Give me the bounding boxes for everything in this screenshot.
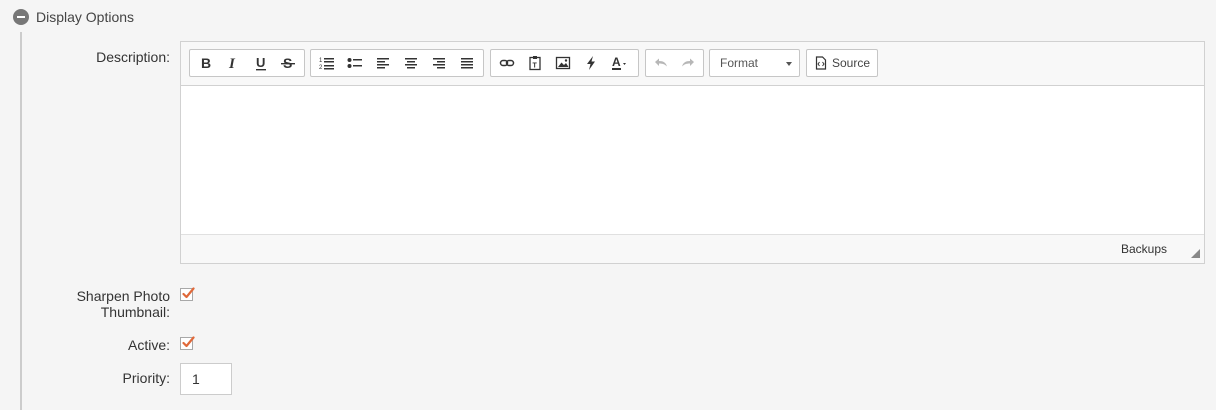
align-left-icon <box>377 58 389 69</box>
checkmark-icon <box>182 287 195 299</box>
svg-text:1: 1 <box>319 58 323 64</box>
priority-label: Priority: <box>122 370 170 386</box>
source-button-label: Source <box>832 56 871 70</box>
paragraph-group: 12 <box>310 49 484 77</box>
align-center-icon <box>405 58 417 69</box>
svg-text:T: T <box>533 63 538 70</box>
svg-text:B: B <box>201 55 211 71</box>
align-right-icon <box>433 58 445 69</box>
strikethrough-icon: S <box>281 55 296 71</box>
active-label: Active: <box>127 337 170 353</box>
section-header[interactable]: Display Options <box>13 7 134 27</box>
align-center-button[interactable] <box>397 51 425 75</box>
undo-icon <box>655 58 668 67</box>
editor-footer: Backups <box>181 234 1204 263</box>
paste-text-button[interactable]: T <box>521 51 549 75</box>
numbered-list-button[interactable]: 12 <box>313 51 341 75</box>
source-button[interactable]: Source <box>806 49 878 77</box>
history-group <box>645 49 704 77</box>
redo-icon <box>681 58 694 67</box>
image-icon <box>555 56 571 70</box>
svg-text:A: A <box>612 55 621 69</box>
italic-button[interactable]: I <box>220 51 248 75</box>
strikethrough-button[interactable]: S <box>275 51 303 75</box>
svg-text:I: I <box>228 56 236 71</box>
lightning-button[interactable] <box>577 51 605 75</box>
resize-grip-icon[interactable] <box>1191 249 1200 258</box>
rich-text-editor: B I U S 12 <box>180 41 1205 264</box>
chevron-down-icon <box>786 62 792 66</box>
underline-icon: U <box>255 55 266 71</box>
sharpen-label-line1: Sharpen Photo <box>76 288 170 304</box>
align-left-button[interactable] <box>369 51 397 75</box>
redo-button[interactable] <box>675 51 702 75</box>
source-document-icon <box>815 56 827 70</box>
format-dropdown-label: Format <box>720 56 759 70</box>
undo-button[interactable] <box>648 51 675 75</box>
basic-styles-group: B I U S <box>189 49 305 77</box>
insert-group: T A <box>490 49 639 77</box>
checkmark-icon <box>182 336 195 348</box>
format-dropdown[interactable]: Format <box>709 49 800 77</box>
svg-text:U: U <box>256 55 265 70</box>
sharpen-photo-thumbnail-label: Sharpen Photo Thumbnail: <box>77 288 170 320</box>
bulleted-list-icon <box>347 58 362 68</box>
paste-text-icon: T <box>529 56 541 71</box>
editor-content-area[interactable] <box>181 86 1204 236</box>
align-right-button[interactable] <box>425 51 453 75</box>
priority-input[interactable] <box>180 363 232 395</box>
underline-button[interactable]: U <box>247 51 275 75</box>
backups-link[interactable]: Backups <box>1121 242 1167 256</box>
link-icon <box>499 59 515 67</box>
editor-toolbar: B I U S 12 <box>181 42 1204 86</box>
section-title: Display Options <box>36 9 135 25</box>
sharpen-photo-thumbnail-checkbox[interactable] <box>180 287 195 301</box>
text-color-icon: A <box>612 55 626 70</box>
active-checkbox[interactable] <box>180 336 195 350</box>
section-divider <box>20 32 22 410</box>
minus-circle-icon[interactable] <box>13 9 29 25</box>
bold-button[interactable]: B <box>192 51 220 75</box>
justify-button[interactable] <box>453 51 481 75</box>
bold-icon: B <box>201 55 211 71</box>
numbered-list-icon: 12 <box>319 58 334 71</box>
bulleted-list-button[interactable] <box>341 51 369 75</box>
justify-icon <box>461 58 473 69</box>
link-button[interactable] <box>493 51 521 75</box>
description-label: Description: <box>96 49 170 65</box>
image-button[interactable] <box>549 51 577 75</box>
svg-text:2: 2 <box>319 65 323 71</box>
text-color-button[interactable]: A <box>605 51 633 75</box>
sharpen-label-line2: Thumbnail: <box>100 304 170 320</box>
lightning-icon <box>587 56 595 70</box>
italic-icon: I <box>228 56 236 71</box>
